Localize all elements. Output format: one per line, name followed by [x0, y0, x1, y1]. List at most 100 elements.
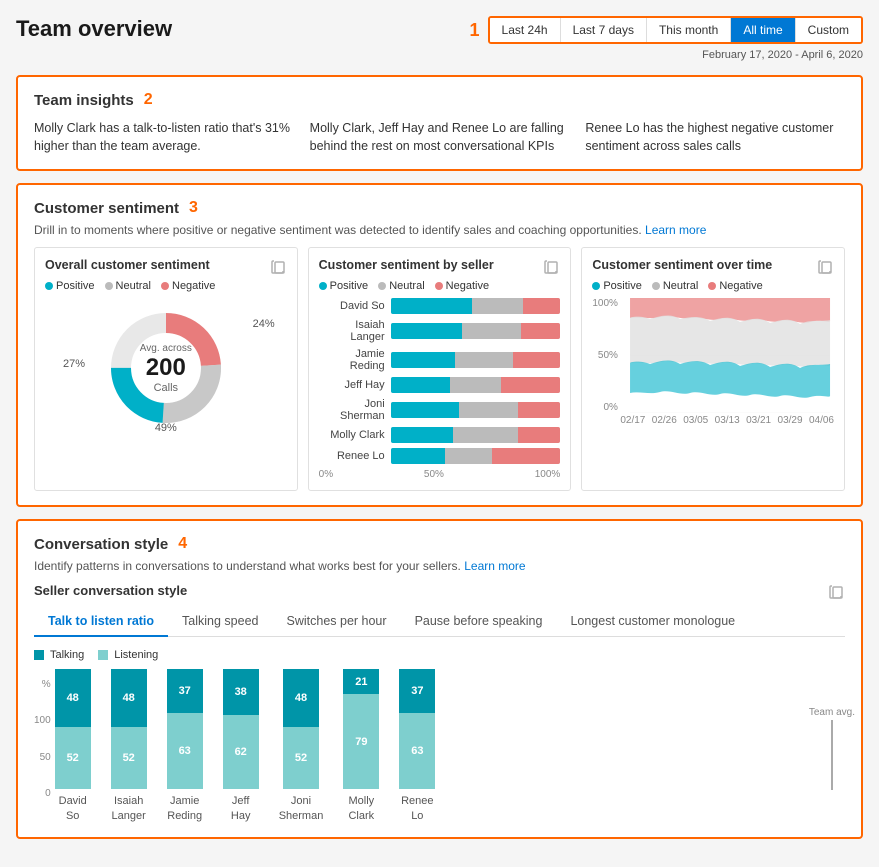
donut-pct-positive: 24%	[253, 318, 275, 330]
insight-item-1: Molly Clark has a talk-to-listen ratio t…	[34, 119, 294, 155]
bar-seg-listen: 63	[399, 713, 435, 789]
team-insights-section: Team insights 2 Molly Clark has a talk-t…	[16, 75, 863, 171]
seller-bar-row: Isaiah Langer	[319, 319, 561, 343]
step-badge-3: 3	[189, 199, 198, 217]
bar-label: JamieReding	[167, 794, 202, 823]
insight-item-3: Renee Lo has the highest negative custom…	[585, 119, 845, 155]
copy-icon-conv[interactable]	[829, 583, 845, 599]
seller-bar-row: Jeff Hay	[319, 377, 561, 393]
customer-sentiment-section: Customer sentiment 3 Drill in to moments…	[16, 183, 863, 507]
tab-pause[interactable]: Pause before speaking	[401, 607, 557, 637]
tab-talk-listen[interactable]: Talk to listen ratio	[34, 607, 168, 637]
copy-icon-overall[interactable]	[271, 258, 287, 274]
charts-row: Overall customer sentiment Positive Neut…	[34, 247, 845, 491]
seller-bar-row: Molly Clark	[319, 427, 561, 443]
seller-axis-labels: 0%50%100%	[319, 469, 561, 480]
copy-icon-seller[interactable]	[544, 258, 560, 274]
overall-sentiment-panel: Overall customer sentiment Positive Neut…	[34, 247, 298, 491]
seller-bar-track	[391, 352, 561, 368]
seller-bar-row: Jamie Reding	[319, 348, 561, 372]
seller-bar-row: Joni Sherman	[319, 398, 561, 422]
filter-last24h[interactable]: Last 24h	[490, 18, 561, 42]
tabs-bar: Talk to listen ratio Talking speed Switc…	[34, 607, 845, 637]
bar-label: IsaiahLanger	[112, 794, 146, 823]
bar-seg-talk: 21	[343, 669, 379, 694]
stacked-bar: 48 52	[55, 669, 91, 789]
tab-monologue[interactable]: Longest customer monologue	[556, 607, 749, 637]
bar-label: MollyClark	[348, 794, 374, 823]
donut-chart: Avg. across 200 Calls 27% 24% 49%	[45, 298, 287, 438]
stacked-bar: 48 52	[283, 669, 319, 789]
seller-bar-row: David So	[319, 298, 561, 314]
bar-negative	[523, 298, 560, 314]
bar-seg-listen: 52	[111, 727, 147, 789]
conv-learn-more[interactable]: Learn more	[464, 559, 525, 573]
bar-seg-talk: 37	[167, 669, 203, 713]
bar-neutral	[459, 402, 518, 418]
bar-neutral	[445, 448, 493, 464]
bar-positive	[391, 298, 472, 314]
bar-negative	[518, 427, 560, 443]
over-time-chart: 100%50%0%	[592, 298, 834, 426]
bar-neutral	[450, 377, 501, 393]
bar-positive	[391, 427, 454, 443]
tab-talking-speed[interactable]: Talking speed	[168, 607, 272, 637]
bar-positive	[391, 402, 459, 418]
bar-positive	[391, 323, 462, 339]
conv-bar-group: 21 79 MollyClark	[343, 669, 379, 823]
page-title: Team overview	[16, 16, 172, 42]
donut-pct-neutral: 27%	[63, 358, 85, 370]
bar-negative	[518, 402, 560, 418]
conversation-style-title: Conversation style	[34, 536, 168, 553]
bar-seg-listen: 52	[283, 727, 319, 789]
time-axis: 02/1702/2603/0503/1303/2103/2904/06	[592, 415, 834, 426]
bar-negative	[501, 377, 560, 393]
donut-pct-negative: 49%	[155, 422, 177, 434]
seller-bar-track	[391, 427, 561, 443]
seller-name: Jamie Reding	[319, 348, 391, 372]
filter-thismonth[interactable]: This month	[647, 18, 731, 42]
filter-custom[interactable]: Custom	[796, 18, 861, 42]
bar-positive	[391, 352, 455, 368]
team-insights-title: Team insights	[34, 92, 134, 109]
conv-bar-group: 48 52 JoniSherman	[279, 669, 324, 823]
seller-name: Joni Sherman	[319, 398, 391, 422]
over-time-legend: Positive Neutral Negative	[592, 280, 834, 292]
conv-desc: Identify patterns in conversations to un…	[34, 559, 845, 573]
filter-alltime[interactable]: All time	[731, 18, 795, 42]
bar-seg-listen: 63	[167, 713, 203, 789]
bar-positive	[391, 377, 450, 393]
filter-last7days[interactable]: Last 7 days	[561, 18, 647, 42]
seller-bar-track	[391, 402, 561, 418]
step-badge-2: 2	[144, 91, 153, 109]
sentiment-over-time-panel: Customer sentiment over time Positive Ne…	[581, 247, 845, 491]
conv-bar-group: 37 63 ReneeLo	[399, 669, 435, 823]
customer-sentiment-title: Customer sentiment	[34, 200, 179, 217]
bar-negative	[521, 323, 560, 339]
bar-negative	[513, 352, 561, 368]
bar-seg-talk: 48	[55, 669, 91, 727]
conv-bar-group: 48 52 DavidSo	[55, 669, 91, 823]
seller-bar-track	[391, 298, 561, 314]
bar-seg-listen: 62	[223, 715, 259, 789]
seller-name: Jeff Hay	[319, 379, 391, 391]
tab-switches[interactable]: Switches per hour	[273, 607, 401, 637]
seller-bar-track	[391, 323, 561, 339]
sentiment-desc: Drill in to moments where positive or ne…	[34, 223, 845, 237]
bar-seg-talk: 37	[399, 669, 435, 713]
bar-positive	[391, 448, 445, 464]
insight-item-2: Molly Clark, Jeff Hay and Renee Lo are f…	[310, 119, 570, 155]
bar-label: JeffHay	[231, 794, 251, 823]
copy-icon-time[interactable]	[818, 258, 834, 274]
sentiment-learn-more[interactable]: Learn more	[645, 223, 706, 237]
conv-bar-group: 48 52 IsaiahLanger	[111, 669, 147, 823]
seller-name: Molly Clark	[319, 429, 391, 441]
step-badge-4: 4	[178, 535, 187, 553]
by-seller-legend: Positive Neutral Negative	[319, 280, 561, 292]
bar-seg-listen: 52	[55, 727, 91, 789]
seller-bar-row: Renee Lo	[319, 448, 561, 464]
bar-seg-talk: 48	[111, 669, 147, 727]
stacked-bar: 38 62	[223, 669, 259, 789]
by-seller-title: Customer sentiment by seller	[319, 258, 494, 274]
overall-sentiment-title: Overall customer sentiment	[45, 258, 210, 274]
